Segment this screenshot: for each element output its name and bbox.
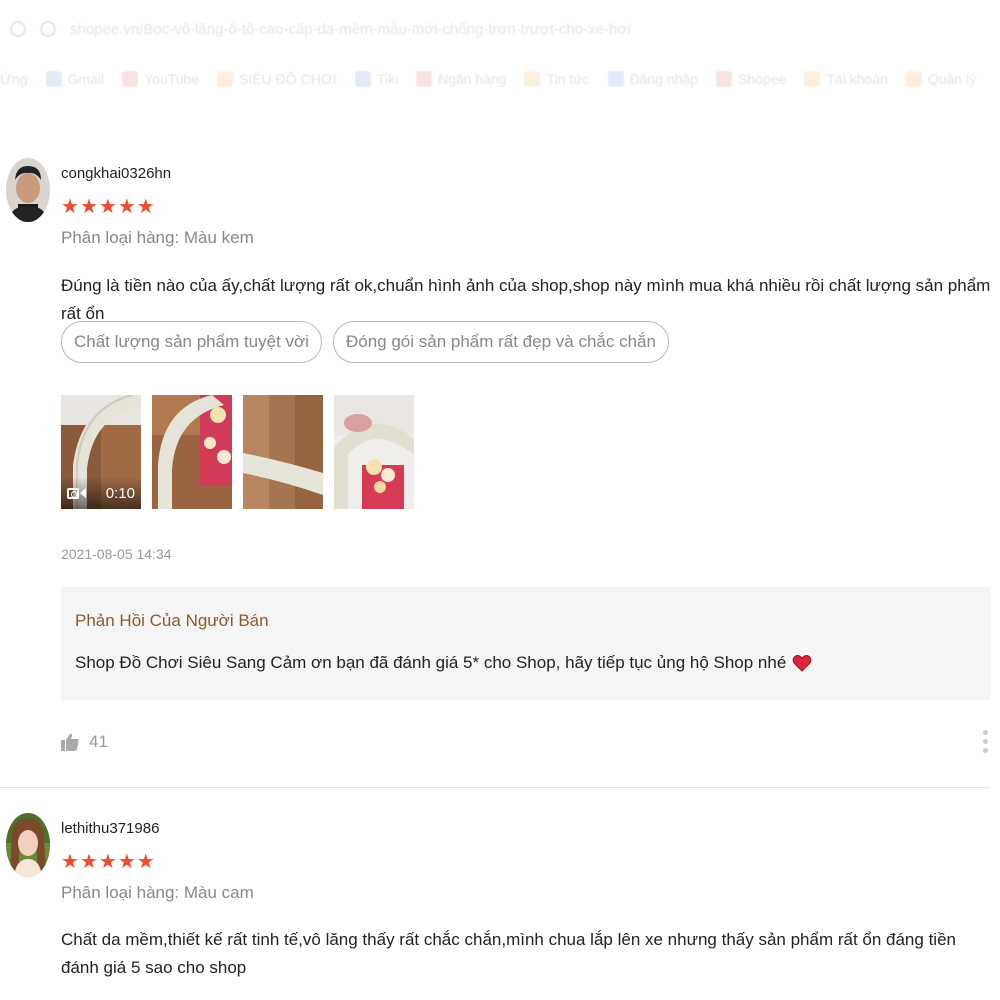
avatar[interactable] bbox=[6, 813, 50, 877]
reviewer-username[interactable]: lethithu371986 bbox=[61, 820, 159, 837]
product-variation: Phân loại hàng: Màu cam bbox=[61, 883, 254, 902]
review-item: lethithu371986 ★ ★ ★ ★ ★ Phân loại hàng:… bbox=[0, 0, 1000, 1000]
review-comment: Chất da mềm,thiết kế rất tinh tế,vô lăng… bbox=[61, 930, 956, 977]
star-icon: ★ bbox=[61, 851, 79, 873]
star-icon: ★ bbox=[136, 851, 155, 873]
rating-stars: ★ ★ ★ ★ ★ bbox=[61, 852, 155, 872]
star-icon: ★ bbox=[117, 851, 136, 873]
star-icon: ★ bbox=[98, 851, 117, 873]
star-icon: ★ bbox=[79, 851, 98, 873]
